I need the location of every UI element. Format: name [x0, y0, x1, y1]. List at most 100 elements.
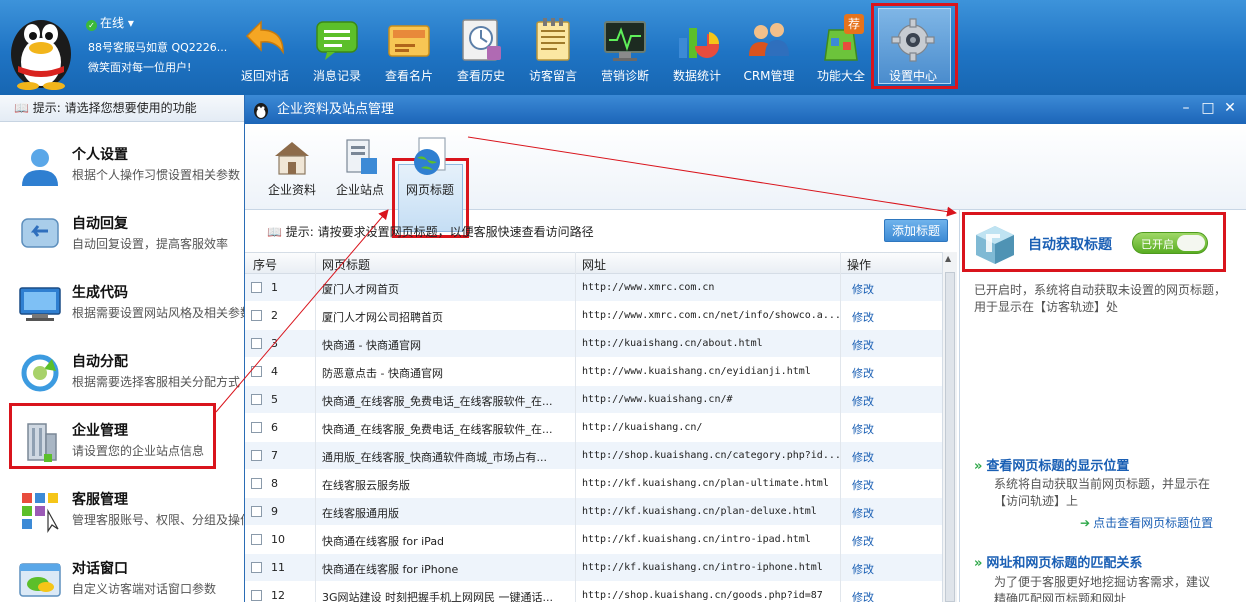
edit-link[interactable]: 修改 — [852, 281, 874, 297]
row-checkbox[interactable] — [251, 366, 262, 377]
gear-icon — [891, 18, 935, 62]
minimize-icon[interactable]: – — [1176, 98, 1196, 118]
row-checkbox[interactable] — [251, 422, 262, 433]
toolbar-visitor-message[interactable]: 访客留言 — [518, 6, 588, 88]
row-number: 7 — [271, 449, 278, 462]
edit-link[interactable]: 修改 — [852, 421, 874, 437]
penguin-avatar-icon[interactable] — [4, 4, 78, 90]
nav-item-generate-code[interactable]: 生成代码 根据需要设置网站风格及相关参数 — [0, 268, 250, 336]
toolbar-crm[interactable]: CRM管理 — [734, 6, 804, 88]
nav-item-personal-settings[interactable]: 个人设置 根据个人操作习惯设置相关参数 — [0, 130, 250, 198]
row-checkbox[interactable] — [251, 506, 262, 517]
row-checkbox[interactable] — [251, 450, 262, 461]
toolbar-label: CRM管理 — [743, 69, 795, 83]
edit-link[interactable]: 修改 — [852, 477, 874, 493]
dialog-titlebar: 企业资料及站点管理 – □ ✕ — [245, 95, 1246, 124]
monitor-icon — [19, 287, 61, 321]
add-title-button[interactable]: 添加标题 — [884, 219, 948, 242]
row-checkbox[interactable] — [251, 590, 262, 601]
row-checkbox[interactable] — [251, 282, 262, 293]
edit-link[interactable]: 修改 — [852, 393, 874, 409]
double-chevron-icon: » — [974, 556, 983, 571]
nav-item-chat-window[interactable]: 对话窗口 自定义访客端对话窗口参数 — [0, 544, 250, 602]
row-url: http://kuaishang.cn/about.html — [582, 338, 763, 349]
auto-title-label: 自动获取标题 — [1028, 237, 1112, 253]
nav-item-auto-assign[interactable]: 自动分配 根据需要选择客服相关分配方式 — [0, 337, 250, 405]
table-row[interactable]: 6 快商通_在线客服_免费电话_在线客服软件_在... http://kuaisha… — [245, 414, 942, 442]
top-toolbar: ✓ 在线 ▾ 88号客服马如意 QQ2226... 微笑面对每一位用户! 返回对话… — [0, 0, 1246, 95]
table-row[interactable]: 8 在线客服云服务版 http://kf.kuaishang.cn/plan-ult… — [245, 470, 942, 498]
edit-link[interactable]: 修改 — [852, 309, 874, 325]
toolbar-view-history[interactable]: 查看历史 — [446, 6, 516, 88]
view-title-position-link[interactable]: ➔ 点击查看网页标题位置 — [1080, 514, 1213, 531]
edit-link[interactable]: 修改 — [852, 589, 874, 602]
settings-nav-panel: 📖 提示: 请选择您想要使用的功能 个人设置 根据个人操作习惯设置相关参数 自动… — [0, 95, 250, 602]
scrollbar-thumb[interactable] — [945, 272, 955, 602]
table-row[interactable]: 7 通用版_在线客服_快商通软件商城_市场占有... http://shop.kua… — [245, 442, 942, 470]
edit-link[interactable]: 修改 — [852, 449, 874, 465]
maximize-icon[interactable]: □ — [1198, 98, 1218, 118]
row-checkbox[interactable] — [251, 562, 262, 573]
toolbar-back-to-chat[interactable]: 返回对话 — [230, 6, 300, 88]
table-scrollbar[interactable]: ▲ — [942, 252, 957, 602]
crm-people-icon — [749, 23, 789, 56]
tab-label: 企业站点 — [335, 183, 384, 197]
nav-hint: 📖 提示: 请选择您想要使用的功能 — [0, 95, 249, 122]
nav-item-title: 客服管理 — [72, 492, 128, 508]
toolbar-message-log[interactable]: 消息记录 — [302, 6, 372, 88]
nav-item-desc: 自动回复设置，提高客服效率 — [72, 237, 229, 251]
toolbar-settings-center[interactable]: 设置中心 — [878, 6, 948, 88]
row-url: http://kf.kuaishang.cn/intro-ipad.html — [582, 534, 811, 545]
tab-enterprise-info[interactable]: 企业资料 — [259, 132, 325, 204]
row-title: 厦门人才网公司招聘首页 — [322, 311, 443, 324]
edit-link[interactable]: 修改 — [852, 561, 874, 577]
toolbar-statistics[interactable]: 数据统计 — [662, 6, 732, 88]
enterprise-management-highlight — [9, 403, 216, 469]
auto-title-toggle[interactable]: 已开启 — [1132, 232, 1208, 254]
row-title: 快商通在线客服 for iPhone — [322, 563, 459, 576]
table-row[interactable]: 3 快商通 - 快商通官网 http://kuaishang.cn/about.ht… — [245, 330, 942, 358]
close-icon[interactable]: ✕ — [1220, 98, 1240, 118]
toggle-label: 已开启 — [1141, 238, 1174, 251]
row-number: 12 — [271, 589, 285, 602]
toolbar-label: 数据统计 — [672, 69, 721, 83]
row-checkbox[interactable] — [251, 310, 262, 321]
tab-web-title[interactable]: 网页标题 — [397, 132, 463, 204]
house-icon — [275, 142, 309, 175]
row-checkbox[interactable] — [251, 478, 262, 489]
notepad-icon — [536, 18, 570, 61]
toolbar-marketing-diagnosis[interactable]: 营销诊断 — [590, 6, 660, 88]
table-row[interactable]: 9 在线客服通用版 http://kf.kuaishang.cn/plan-delu… — [245, 498, 942, 526]
edit-link[interactable]: 修改 — [852, 505, 874, 521]
refresh-icon — [21, 354, 59, 392]
table-row[interactable]: 10 快商通在线客服 for iPad http://kf.kuaishang.cn… — [245, 526, 942, 554]
status-check-icon: ✓ — [86, 20, 97, 31]
toolbar-view-card[interactable]: 查看名片 — [374, 6, 444, 88]
edit-link[interactable]: 修改 — [852, 533, 874, 549]
row-title: 快商通 - 快商通官网 — [322, 339, 421, 352]
row-number: 5 — [271, 393, 278, 406]
row-number: 9 — [271, 505, 278, 518]
chevron-down-icon: ▾ — [127, 16, 134, 30]
col-header-title: 网页标题 — [322, 258, 371, 272]
edit-link[interactable]: 修改 — [852, 337, 874, 353]
row-checkbox[interactable] — [251, 534, 262, 545]
table-row[interactable]: 1 厦门人才网首页 http://www.xmrc.com.cn 修改 — [245, 274, 942, 302]
table-row[interactable]: 5 快商通_在线客服_免费电话_在线客服软件_在... http://www.kua… — [245, 386, 942, 414]
table-row[interactable]: 12 3G网站建设 时刻把握手机上网网民 一键通话... http://shop.k… — [245, 582, 942, 602]
nav-item-service-management[interactable]: 客服管理 管理客服账号、权限、分组及操作 — [0, 475, 250, 543]
row-checkbox[interactable] — [251, 338, 262, 349]
row-url: http://www.xmrc.com.cn/net/info/showco.a… — [582, 310, 840, 321]
table-row[interactable]: 4 防恶意点击 - 快商通官网 http://www.kuaishang.cn/ey… — [245, 358, 942, 386]
table-row[interactable]: 2 厦门人才网公司招聘首页 http://www.xmrc.com.cn/net/i… — [245, 302, 942, 330]
nav-item-auto-reply[interactable]: 自动回复 自动回复设置，提高客服效率 — [0, 199, 250, 267]
nav-item-title: 自动分配 — [72, 354, 128, 370]
edit-link[interactable]: 修改 — [852, 365, 874, 381]
table-row[interactable]: 11 快商通在线客服 for iPhone http://kf.kuaishang.… — [245, 554, 942, 582]
toolbar-all-features[interactable]: 功能大全 荐 — [806, 6, 876, 88]
scroll-up-icon[interactable]: ▲ — [945, 254, 951, 263]
col-header-url: 网址 — [582, 258, 607, 272]
row-checkbox[interactable] — [251, 394, 262, 405]
tab-enterprise-site[interactable]: 企业站点 — [327, 132, 393, 204]
online-status[interactable]: ✓ 在线 ▾ — [86, 14, 134, 31]
